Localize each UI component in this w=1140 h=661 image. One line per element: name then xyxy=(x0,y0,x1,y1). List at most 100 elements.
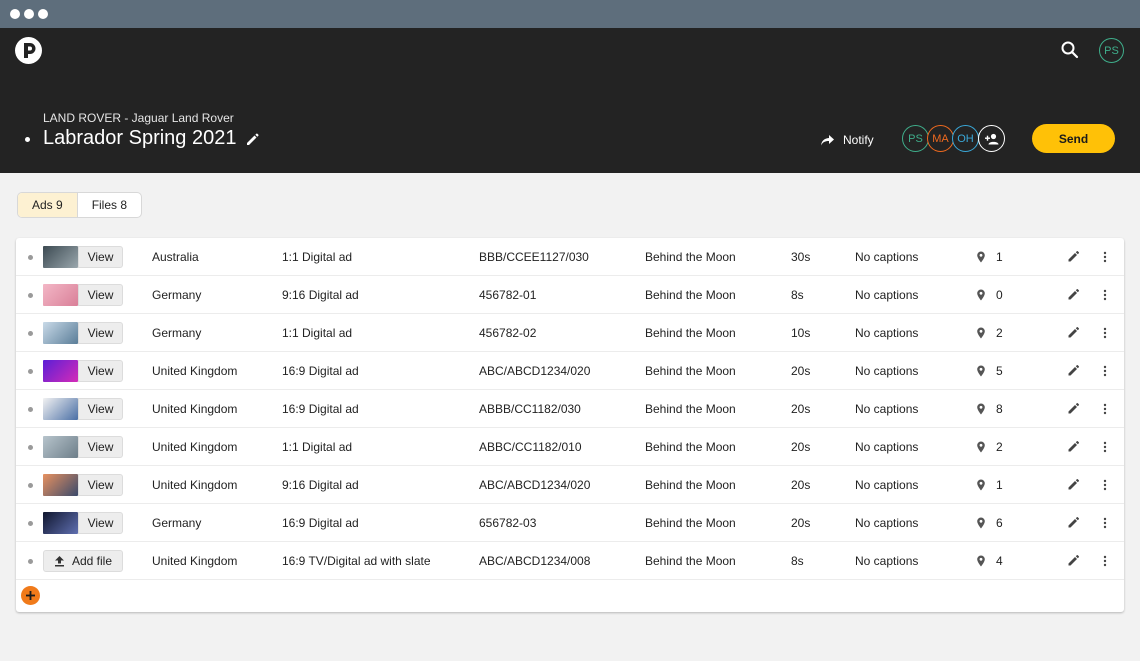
ad-thumbnail[interactable] xyxy=(43,474,78,496)
format-cell: 16:9 Digital ad xyxy=(282,364,359,378)
view-button[interactable]: View xyxy=(78,360,123,382)
collaborator-avatar[interactable]: OH xyxy=(952,125,979,152)
edit-pencil-icon[interactable] xyxy=(1067,478,1080,491)
market-cell: United Kingdom xyxy=(152,440,238,454)
edit-pencil-icon[interactable] xyxy=(1067,364,1080,377)
collaborator-initials: MA xyxy=(932,132,949,145)
search-icon[interactable] xyxy=(1059,39,1081,61)
tab-ads[interactable]: Ads 9 xyxy=(18,193,78,217)
locations-count: 2 xyxy=(996,440,1003,454)
duration-cell: 10s xyxy=(791,326,811,340)
code-cell: BBB/CCEE1127/030 xyxy=(479,250,589,264)
more-options-icon[interactable] xyxy=(1102,250,1108,264)
duration-cell: 20s xyxy=(791,440,811,454)
row-status-dot xyxy=(28,369,33,374)
captions-cell: No captions xyxy=(855,364,919,378)
view-button[interactable]: View xyxy=(78,436,123,458)
format-cell: 16:9 Digital ad xyxy=(282,402,359,416)
edit-pencil-icon[interactable] xyxy=(1067,516,1080,529)
ad-thumbnail[interactable] xyxy=(43,436,78,458)
location-pin-icon xyxy=(975,478,987,491)
edit-pencil-icon[interactable] xyxy=(1067,554,1080,567)
captions-cell: No captions xyxy=(855,516,919,530)
more-options-icon[interactable] xyxy=(1102,516,1108,530)
edit-pencil-icon[interactable] xyxy=(1067,326,1080,339)
add-collaborator-button[interactable] xyxy=(978,125,1005,152)
row-status-dot xyxy=(28,293,33,298)
ad-thumbnail[interactable] xyxy=(43,512,78,534)
market-cell: Australia xyxy=(152,250,199,264)
notify-button[interactable]: Notify xyxy=(820,133,874,147)
table-row: View Germany 1:1 Digital ad 456782-02 Behind… xyxy=(16,314,1124,352)
title-cell: Behind the Moon xyxy=(645,288,736,302)
more-options-icon[interactable] xyxy=(1102,440,1108,454)
edit-pencil-icon[interactable] xyxy=(1067,440,1080,453)
location-pin-icon xyxy=(975,516,987,529)
location-pin-icon xyxy=(975,402,987,415)
tab-files[interactable]: Files 8 xyxy=(78,193,141,217)
more-options-icon[interactable] xyxy=(1102,326,1108,340)
ad-thumbnail[interactable] xyxy=(43,360,78,382)
edit-title-pencil-icon[interactable] xyxy=(245,132,260,147)
send-button[interactable]: Send xyxy=(1032,124,1115,153)
table-row: View United Kingdom 9:16 Digital ad ABC/ABC… xyxy=(16,466,1124,504)
user-avatar[interactable]: PS xyxy=(1099,38,1124,63)
location-pin-icon xyxy=(975,288,987,301)
add-file-button[interactable]: Add file xyxy=(43,550,123,572)
ad-thumbnail[interactable] xyxy=(43,322,78,344)
window-close-dot[interactable] xyxy=(10,9,20,19)
collaborator-avatar[interactable]: PS xyxy=(902,125,929,152)
duration-cell: 20s xyxy=(791,402,811,416)
row-status-dot xyxy=(28,445,33,450)
duration-cell: 20s xyxy=(791,516,811,530)
format-cell: 9:16 Digital ad xyxy=(282,288,359,302)
view-button[interactable]: View xyxy=(78,284,123,306)
window-title-bar xyxy=(0,0,1140,28)
row-status-dot xyxy=(28,483,33,488)
captions-cell: No captions xyxy=(855,440,919,454)
code-cell: ABC/ABCD1234/020 xyxy=(479,364,591,378)
view-button[interactable]: View xyxy=(78,398,123,420)
window-maximize-dot[interactable] xyxy=(38,9,48,19)
status-bullet xyxy=(25,137,30,142)
title-cell: Behind the Moon xyxy=(645,478,736,492)
captions-cell: No captions xyxy=(855,478,919,492)
edit-pencil-icon[interactable] xyxy=(1067,288,1080,301)
ad-thumbnail[interactable] xyxy=(43,284,78,306)
row-status-dot xyxy=(28,521,33,526)
more-options-icon[interactable] xyxy=(1102,402,1108,416)
more-options-icon[interactable] xyxy=(1102,478,1108,492)
ad-thumbnail[interactable] xyxy=(43,398,78,420)
locations-count: 1 xyxy=(996,478,1003,492)
ad-thumbnail[interactable] xyxy=(43,246,78,268)
duration-cell: 30s xyxy=(791,250,811,264)
captions-cell: No captions xyxy=(855,554,919,568)
more-options-icon[interactable] xyxy=(1102,554,1108,568)
view-button[interactable]: View xyxy=(78,246,123,268)
client-name: LAND ROVER - Jaguar Land Rover xyxy=(43,111,234,125)
row-status-dot xyxy=(28,559,33,564)
duration-cell: 20s xyxy=(791,478,811,492)
window-minimize-dot[interactable] xyxy=(24,9,34,19)
add-ad-button[interactable] xyxy=(21,586,40,605)
code-cell: 456782-01 xyxy=(479,288,537,302)
more-options-icon[interactable] xyxy=(1102,364,1108,378)
view-button[interactable]: View xyxy=(78,474,123,496)
view-button[interactable]: View xyxy=(78,322,123,344)
table-row: View Australia 1:1 Digital ad BBB/CCEE1127/… xyxy=(16,238,1124,276)
view-button[interactable]: View xyxy=(78,512,123,534)
collaborator-avatar[interactable]: MA xyxy=(927,125,954,152)
market-cell: United Kingdom xyxy=(152,402,238,416)
title-cell: Behind the Moon xyxy=(645,516,736,530)
code-cell: ABC/ABCD1234/020 xyxy=(479,478,591,492)
table-row: View Germany 16:9 Digital ad 656782-03 Behin… xyxy=(16,504,1124,542)
locations-count: 2 xyxy=(996,326,1003,340)
format-cell: 9:16 Digital ad xyxy=(282,478,359,492)
more-options-icon[interactable] xyxy=(1102,288,1108,302)
duration-cell: 8s xyxy=(791,554,804,568)
duration-cell: 8s xyxy=(791,288,804,302)
table-row: View United Kingdom 16:9 Digital ad ABC/ABC… xyxy=(16,352,1124,390)
edit-pencil-icon[interactable] xyxy=(1067,402,1080,415)
edit-pencil-icon[interactable] xyxy=(1067,250,1080,263)
app-logo-icon[interactable] xyxy=(15,37,42,64)
